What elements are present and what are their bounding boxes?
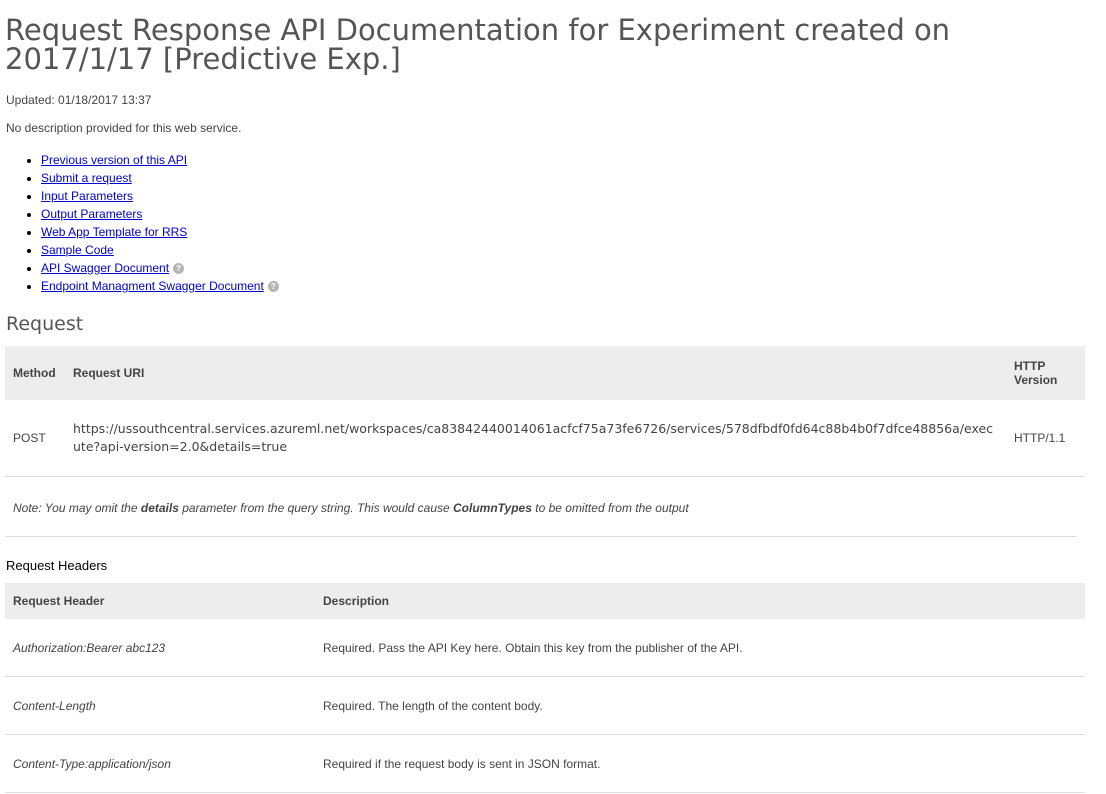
help-icon[interactable]: ? (173, 263, 185, 275)
link-sample-code[interactable]: Sample Code (41, 243, 114, 257)
header-name: Content-Length (5, 676, 315, 735)
note-param-columntypes: ColumnTypes (453, 500, 532, 515)
header-name: Content-Type:application/json (5, 734, 315, 793)
request-method: POST (5, 400, 65, 477)
table-row: Authorization:Bearer abc123 Required. Pa… (5, 619, 1085, 677)
doc-links-list: Previous version of this API Submit a re… (0, 151, 279, 295)
column-header-uri: Request URI (65, 346, 1006, 400)
details-note: Note: You may omit the details parameter… (5, 479, 1077, 537)
link-input-parameters[interactable]: Input Parameters (41, 189, 133, 203)
request-headers-table: Request Header Description Authorization… (5, 583, 1085, 793)
http-version: HTTP/1.1 (1006, 400, 1085, 477)
note-text: to be omitted from the output (531, 500, 689, 515)
table-header-row: Method Request URI HTTP Version (5, 346, 1085, 400)
list-item: Sample Code (41, 241, 279, 259)
link-endpoint-swagger[interactable]: Endpoint Managment Swagger Document (41, 279, 264, 293)
header-description: Required if the request body is sent in … (315, 734, 1085, 793)
page-title: Request Response API Documentation for E… (5, 13, 951, 76)
service-description: No description provided for this web ser… (6, 121, 242, 135)
link-web-app-template[interactable]: Web App Template for RRS (41, 225, 187, 239)
list-item: Input Parameters (41, 187, 279, 205)
request-table: Method Request URI HTTP Version POST htt… (5, 346, 1085, 477)
request-heading: Request (6, 313, 84, 335)
request-uri: https://ussouthcentral.services.azureml.… (65, 400, 1006, 477)
column-header-method: Method (5, 346, 65, 400)
link-previous-version[interactable]: Previous version of this API (41, 153, 187, 167)
updated-timestamp: Updated: 01/18/2017 13:37 (6, 93, 152, 107)
table-row: Content-Length Required. The length of t… (5, 676, 1085, 735)
link-output-parameters[interactable]: Output Parameters (41, 207, 142, 221)
note-text: parameter from the query string. This wo… (178, 500, 453, 515)
list-item: Web App Template for RRS (41, 223, 279, 241)
api-doc-page: Request Response API Documentation for E… (0, 0, 1106, 794)
table-row: POST https://ussouthcentral.services.azu… (5, 400, 1085, 477)
header-description: Required. The length of the content body… (315, 676, 1085, 735)
list-item: API Swagger Document? (41, 259, 279, 277)
header-description: Required. Pass the API Key here. Obtain … (315, 619, 1085, 677)
header-name: Authorization:Bearer abc123 (5, 619, 315, 677)
link-api-swagger[interactable]: API Swagger Document (41, 261, 169, 275)
list-item: Output Parameters (41, 205, 279, 223)
list-item: Submit a request (41, 169, 279, 187)
request-headers-heading: Request Headers (6, 558, 108, 573)
column-header-request-header: Request Header (5, 583, 315, 619)
table-header-row: Request Header Description (5, 583, 1085, 619)
table-row: Content-Type:application/json Required i… (5, 734, 1085, 793)
note-text: Note: You may omit the (13, 500, 141, 515)
link-submit-request[interactable]: Submit a request (41, 171, 132, 185)
help-icon[interactable]: ? (267, 281, 279, 293)
list-item: Previous version of this API (41, 151, 279, 169)
column-header-description: Description (315, 583, 1085, 619)
list-item: Endpoint Managment Swagger Document? (41, 277, 279, 295)
column-header-version: HTTP Version (1006, 346, 1085, 400)
note-param-details: details (140, 500, 179, 515)
